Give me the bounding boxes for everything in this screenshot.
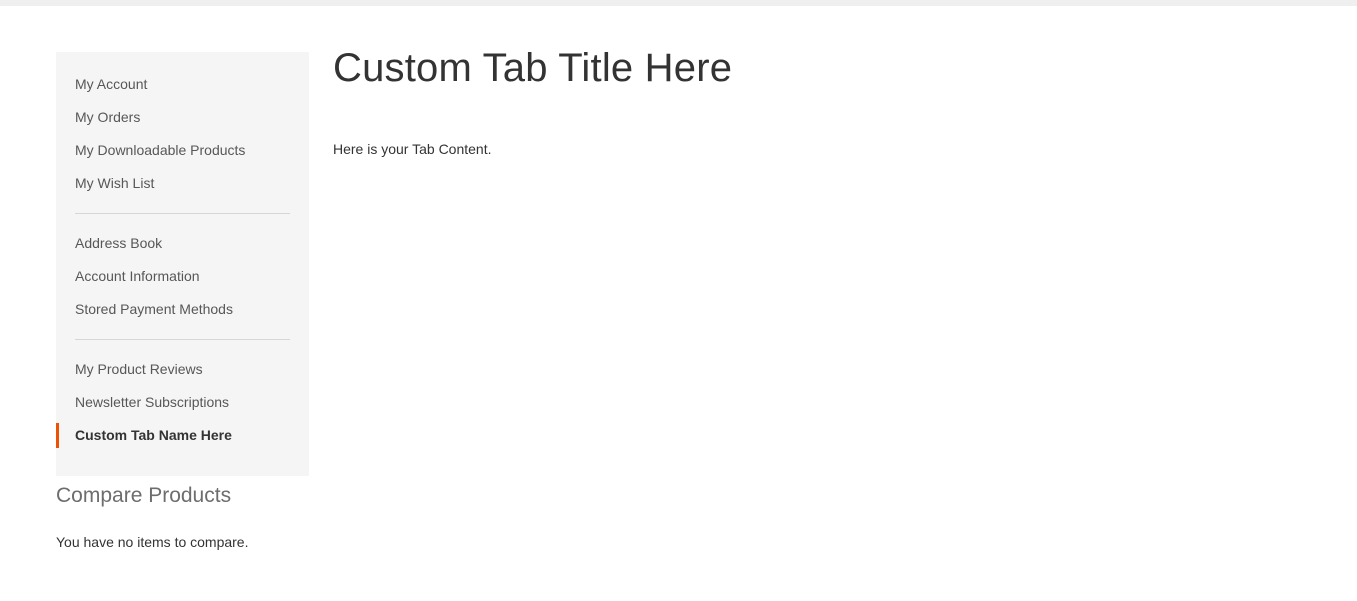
nav-divider [75,339,290,340]
sidebar-item-label: My Orders [75,109,141,125]
nav-group-3: My Product Reviews Newsletter Subscripti… [56,353,309,452]
page-wrapper: My Account My Orders My Downloadable Pro… [0,6,1357,601]
compare-products-title: Compare Products [56,484,232,507]
account-nav: My Account My Orders My Downloadable Pro… [56,52,309,476]
sidebar-item-newsletter-subscriptions[interactable]: Newsletter Subscriptions [56,386,309,419]
compare-products-block: Compare Products You have no items to co… [56,484,356,553]
nav-group-1: My Account My Orders My Downloadable Pro… [56,68,309,200]
sidebar-item-stored-payment-methods[interactable]: Stored Payment Methods [56,293,309,326]
nav-group-2: Address Book Account Information Stored … [56,227,309,326]
sidebar-item-my-orders[interactable]: My Orders [56,101,309,134]
active-indicator-bar [56,423,59,448]
tab-content-text: Here is your Tab Content. [333,141,492,157]
sidebar-item-my-account[interactable]: My Account [56,68,309,101]
nav-divider [75,213,290,214]
sidebar-item-label: My Account [75,76,148,92]
sidebar-item-label: Custom Tab Name Here [75,427,232,443]
sidebar-item-label: Account Information [75,268,200,284]
sidebar-item-label: Stored Payment Methods [75,301,233,317]
sidebar-item-my-downloadable-products[interactable]: My Downloadable Products [56,134,309,167]
account-sidebar: My Account My Orders My Downloadable Pro… [56,52,309,476]
sidebar-item-label: My Wish List [75,175,155,191]
sidebar-item-my-wish-list[interactable]: My Wish List [56,167,309,200]
sidebar-item-custom-tab[interactable]: Custom Tab Name Here [56,419,309,452]
sidebar-item-account-information[interactable]: Account Information [56,260,309,293]
sidebar-item-my-product-reviews[interactable]: My Product Reviews [56,353,309,386]
sidebar-item-address-book[interactable]: Address Book [56,227,309,260]
page-title: Custom Tab Title Here [333,46,733,90]
sidebar-item-label: Address Book [75,235,163,251]
sidebar-item-label: My Downloadable Products [75,142,246,158]
main-content: Custom Tab Title Here Here is your Tab C… [333,46,1333,160]
compare-products-empty-message: You have no items to compare. [56,534,249,551]
sidebar-item-label: Newsletter Subscriptions [75,394,230,410]
sidebar-item-label: My Product Reviews [75,361,203,377]
